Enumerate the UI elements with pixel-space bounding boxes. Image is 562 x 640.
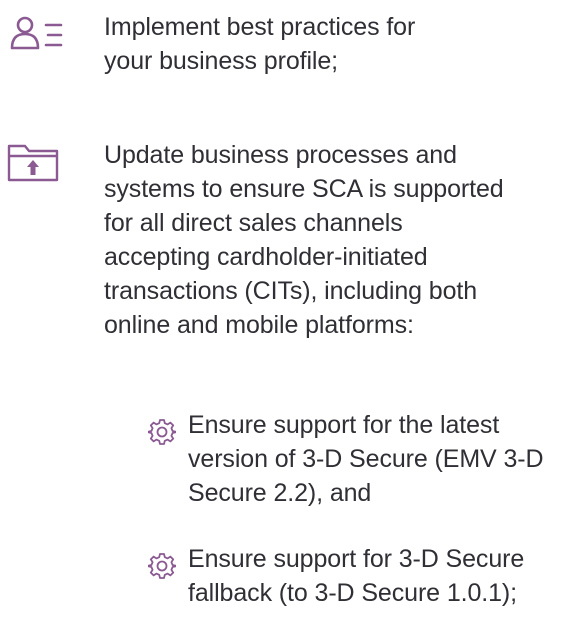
profile-list-icon	[6, 14, 66, 54]
item-text: Update business processes and systems to…	[104, 141, 504, 339]
gear-icon	[147, 418, 177, 446]
folder-upload-icon	[6, 141, 60, 183]
sub-item-text: Ensure support for 3-D Secure fallback (…	[188, 545, 525, 607]
gear-icon	[147, 552, 177, 580]
item-text: Implement best practices for your busine…	[104, 13, 416, 75]
sub-item-text: Ensure support for the latest version of…	[188, 411, 544, 507]
